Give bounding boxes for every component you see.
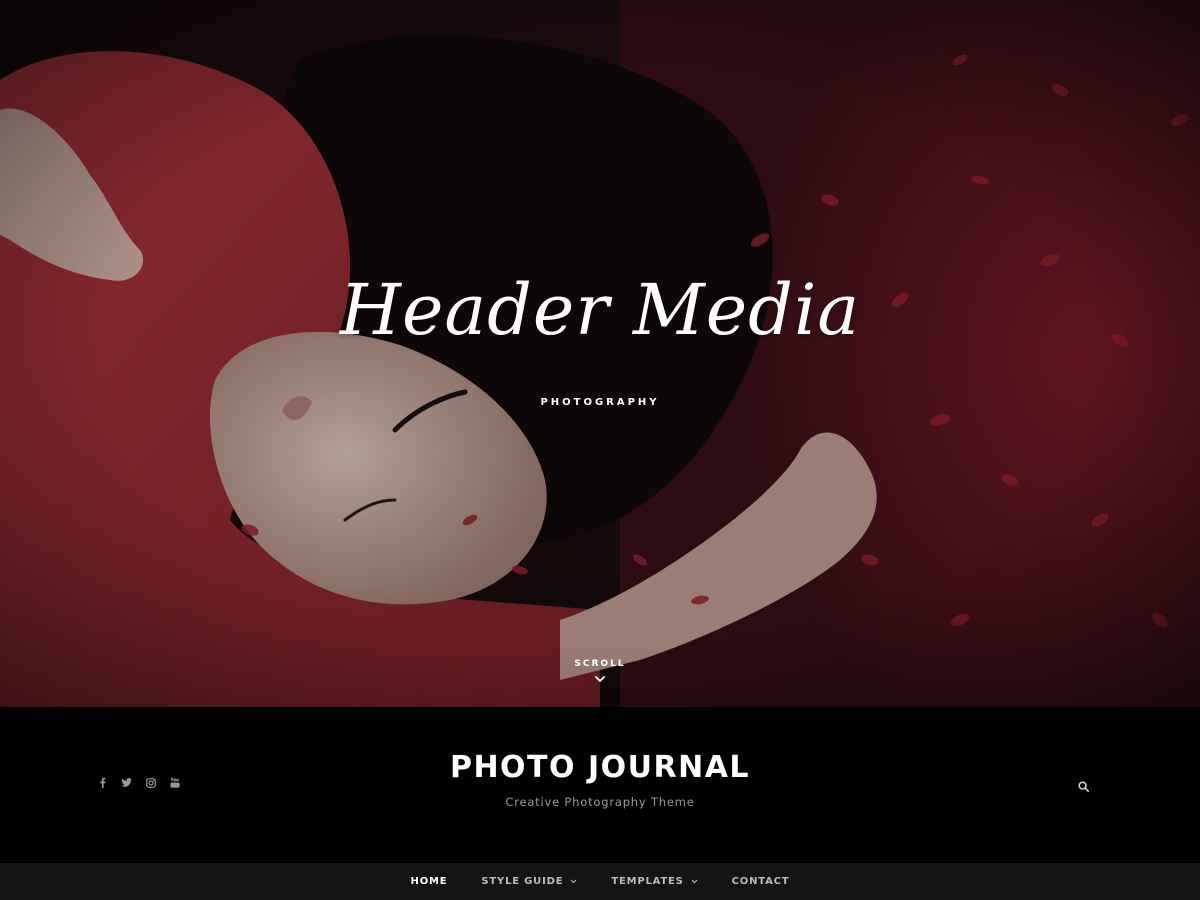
site-tagline: Creative Photography Theme <box>505 795 695 809</box>
nav-menu: HOME STYLE GUIDE TEMPLATES CONTACT <box>0 863 1200 900</box>
nav-item-contact[interactable]: CONTACT <box>715 863 807 900</box>
search-button[interactable] <box>1078 777 1092 792</box>
scroll-button[interactable]: SCROLL <box>550 659 650 683</box>
page: Header Media PHOTOGRAPHY SCROLL PHOTO JO… <box>0 0 1200 900</box>
nav-item-label: CONTACT <box>731 876 790 887</box>
nav-item-templates[interactable]: TEMPLATES <box>594 863 714 900</box>
chevron-down-icon <box>595 676 605 682</box>
scroll-label: SCROLL <box>574 659 626 669</box>
chevron-down-icon <box>691 879 698 884</box>
site-title[interactable]: PHOTO JOURNAL <box>0 750 1200 785</box>
chevron-down-icon <box>570 879 577 884</box>
hero-overlay <box>0 0 1200 707</box>
nav-item-home[interactable]: HOME <box>394 863 465 900</box>
nav-item-style-guide[interactable]: STYLE GUIDE <box>464 863 594 900</box>
nav-item-label: STYLE GUIDE <box>481 876 564 887</box>
nav-item-label: HOME <box>410 876 448 887</box>
search-icon <box>1078 781 1089 792</box>
primary-navigation: HOME STYLE GUIDE TEMPLATES CONTACT <box>0 863 1200 900</box>
hero-title: Header Media <box>339 269 861 351</box>
nav-item-label: TEMPLATES <box>611 876 684 887</box>
masthead: PHOTO JOURNAL Creative Photography Theme <box>0 707 1200 863</box>
hero-subtitle: PHOTOGRAPHY <box>540 397 660 408</box>
header-media: Header Media PHOTOGRAPHY SCROLL <box>0 0 1200 707</box>
